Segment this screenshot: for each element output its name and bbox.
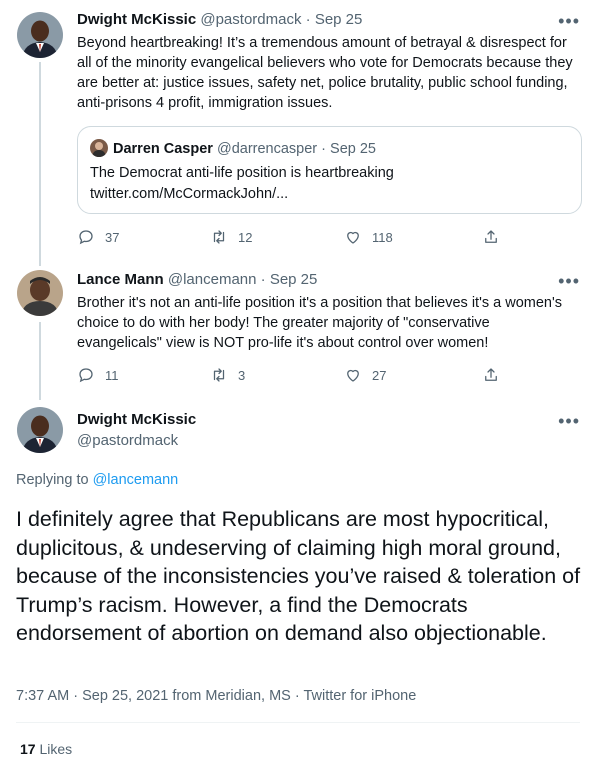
author-name[interactable]: Dwight McKissic [77, 411, 196, 429]
separator: · [305, 11, 311, 28]
divider [16, 722, 580, 723]
share-icon [485, 230, 497, 243]
like-icon [347, 231, 359, 244]
quoted-avatar [90, 139, 108, 157]
tweet-header: Lance Mann @lancemann · Sep 25 [77, 271, 317, 289]
quoted-author-name: Darren Casper [113, 141, 213, 157]
reply-icon [79, 230, 93, 245]
author-handle[interactable]: @pastordmack [77, 432, 178, 450]
like-button[interactable]: 118 [344, 228, 393, 246]
like-button[interactable]: 27 [344, 366, 386, 384]
author-handle[interactable]: @pastordmack [200, 11, 301, 28]
replying-to-label: Replying to [16, 472, 93, 488]
like-count: 27 [372, 367, 387, 383]
thread-line [39, 322, 41, 400]
retweet-icon [213, 230, 225, 244]
quoted-link[interactable]: twitter.com/McCormackJohn/... [90, 184, 394, 205]
tweet-date[interactable]: Sep 25 [315, 11, 363, 28]
like-count: 118 [372, 229, 393, 245]
main-tweet-text: I definitely agree that Republicans are … [16, 507, 581, 645]
reply-icon [79, 368, 93, 383]
quoted-author-handle: @darrencasper [216, 141, 318, 157]
reply-button[interactable]: 37 [77, 228, 119, 246]
retweet-count: 3 [238, 367, 246, 383]
tweet-header: Dwight McKissic @pastordmack · Sep 25 [77, 11, 362, 29]
replying-to-link[interactable]: @lancemann [93, 472, 179, 488]
tweet-actions: 37 12 118 [77, 228, 497, 248]
likes-summary[interactable]: 17 Likes [20, 741, 72, 757]
share-icon [485, 368, 497, 381]
thread-line [39, 62, 41, 266]
separator: · [321, 141, 326, 157]
retweet-icon [213, 368, 225, 382]
likes-count: 17 [20, 741, 36, 757]
tweet-date[interactable]: Sep 25 [270, 271, 318, 288]
quoted-date: Sep 25 [330, 141, 376, 157]
more-icon[interactable]: ••• [558, 12, 580, 30]
quoted-tweet[interactable]: Darren Casper @darrencasper · Sep 25 The… [77, 126, 582, 214]
likes-label: Likes [39, 741, 73, 757]
reply-button[interactable]: 11 [77, 366, 119, 384]
retweet-count: 12 [238, 229, 253, 245]
more-icon[interactable]: ••• [558, 412, 580, 430]
retweet-button[interactable]: 12 [210, 228, 252, 246]
author-name[interactable]: Lance Mann [77, 271, 164, 288]
replying-to: Replying to @lancemann [16, 472, 178, 488]
tweet-text: Brother it's not an anti-life position i… [77, 295, 562, 351]
retweet-button[interactable]: 3 [210, 366, 245, 384]
like-icon [347, 369, 359, 382]
share-button[interactable] [482, 228, 510, 246]
avatar[interactable] [17, 12, 63, 58]
tweet-text: Beyond heartbreaking! It’s a tremendous … [77, 35, 573, 111]
author-name[interactable]: Dwight McKissic [77, 11, 196, 28]
author-handle[interactable]: @lancemann [168, 271, 257, 288]
reply-count: 37 [105, 229, 120, 245]
reply-count: 11 [105, 367, 119, 383]
more-icon[interactable]: ••• [558, 272, 580, 290]
quoted-text: The Democrat anti-life position is heart… [90, 163, 394, 205]
quoted-tweet-header: Darren Casper @darrencasper · Sep 25 [90, 139, 376, 158]
avatar[interactable] [17, 407, 63, 453]
avatar[interactable] [17, 270, 63, 316]
share-button[interactable] [482, 366, 510, 384]
tweet-meta[interactable]: 7:37 AM · Sep 25, 2021 from Meridian, MS… [16, 688, 416, 704]
quoted-text-line: The Democrat anti-life position is heart… [90, 165, 394, 181]
tweet-actions: 11 3 27 [77, 366, 497, 386]
separator: · [260, 271, 266, 288]
